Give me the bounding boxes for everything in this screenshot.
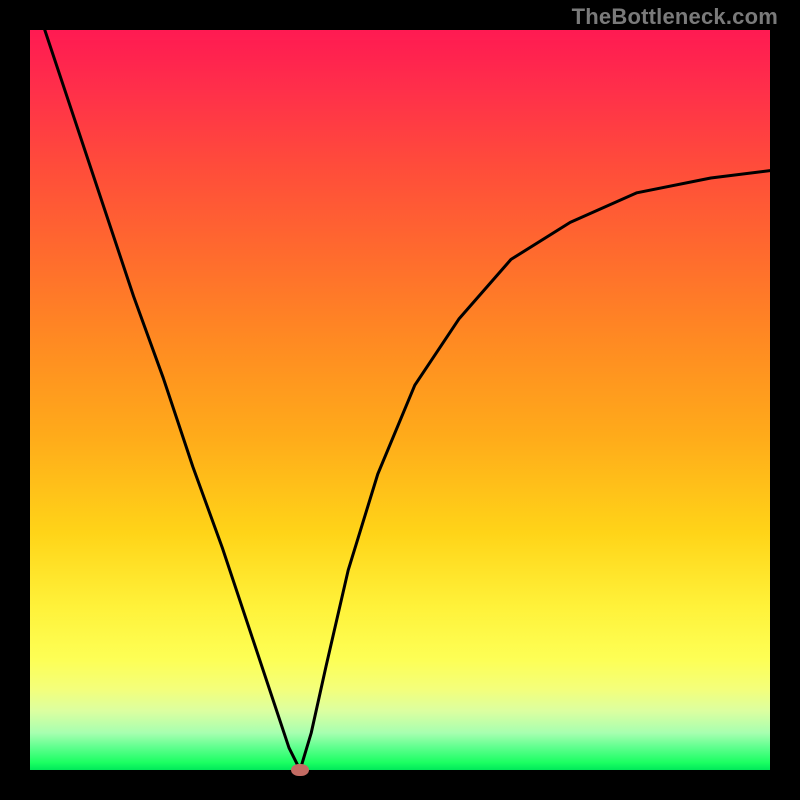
plot-area xyxy=(30,30,770,770)
chart-frame: TheBottleneck.com xyxy=(0,0,800,800)
curve-svg xyxy=(30,30,770,770)
curve-path xyxy=(45,30,770,770)
watermark-text: TheBottleneck.com xyxy=(572,4,778,30)
minimum-marker xyxy=(291,764,309,776)
